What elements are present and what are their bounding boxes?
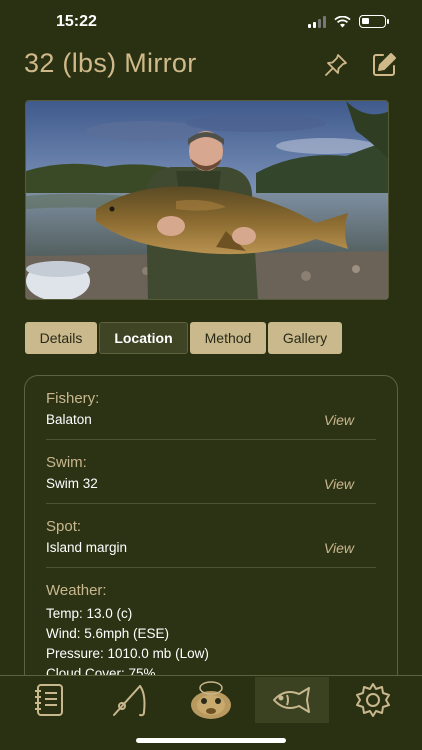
- home-indicator: [136, 738, 286, 743]
- swim-section: Swim: Swim 32 View: [46, 440, 376, 504]
- weather-temp: Temp: 13.0 (c): [46, 606, 133, 621]
- tabbar-fishing[interactable]: [93, 677, 167, 723]
- status-time: 15:22: [56, 13, 97, 30]
- weather-pressure: Pressure: 1010.0 mb (Low): [46, 646, 209, 661]
- logbook-icon: [34, 684, 63, 716]
- status-icons: [308, 15, 389, 28]
- fishery-section: Fishery: Balaton View: [46, 376, 376, 440]
- carp-avatar-icon: [190, 681, 231, 719]
- catch-photo[interactable]: [25, 100, 389, 300]
- tabbar-carp[interactable]: [174, 677, 248, 723]
- tabbar-logbook[interactable]: [12, 677, 86, 723]
- tab-details[interactable]: Details: [25, 322, 97, 354]
- battery-icon: [359, 15, 389, 28]
- tab-method[interactable]: Method: [190, 322, 266, 354]
- weather-wind: Wind: 5.6mph (ESE): [46, 626, 170, 641]
- fish-icon: [273, 687, 311, 713]
- spot-section: Spot: Island margin View: [46, 504, 376, 568]
- location-card: Fishery: Balaton View Swim: Swim 32 View…: [24, 375, 398, 705]
- pin-button[interactable]: [322, 51, 350, 79]
- spot-view-link[interactable]: View: [324, 540, 354, 556]
- settings-icon: [356, 683, 391, 717]
- segment-tabs: Details Location Method Gallery: [25, 322, 342, 354]
- header-actions: [322, 51, 398, 79]
- bottom-tab-bar: [0, 675, 422, 750]
- fishery-view-link[interactable]: View: [324, 412, 354, 428]
- weather-label: Weather:: [46, 582, 107, 599]
- swim-view-link[interactable]: View: [324, 476, 354, 492]
- spot-label: Spot:: [46, 518, 82, 535]
- edit-icon: [373, 53, 396, 76]
- tabbar-settings[interactable]: [336, 677, 410, 723]
- fishing-rod-icon: [112, 685, 146, 717]
- swim-label: Swim:: [46, 454, 87, 471]
- pin-icon: [325, 54, 347, 76]
- fishery-label: Fishery:: [46, 390, 100, 407]
- tabbar-catches[interactable]: [255, 677, 330, 723]
- status-bar: 15:22: [0, 0, 422, 46]
- header: 32 (lbs) Mirror: [24, 48, 398, 88]
- tab-location[interactable]: Location: [99, 322, 188, 354]
- edit-button[interactable]: [370, 51, 398, 79]
- wifi-icon: [334, 15, 351, 27]
- catch-photo-image: [26, 101, 388, 299]
- signal-icon: [308, 15, 326, 28]
- tab-gallery[interactable]: Gallery: [268, 322, 342, 354]
